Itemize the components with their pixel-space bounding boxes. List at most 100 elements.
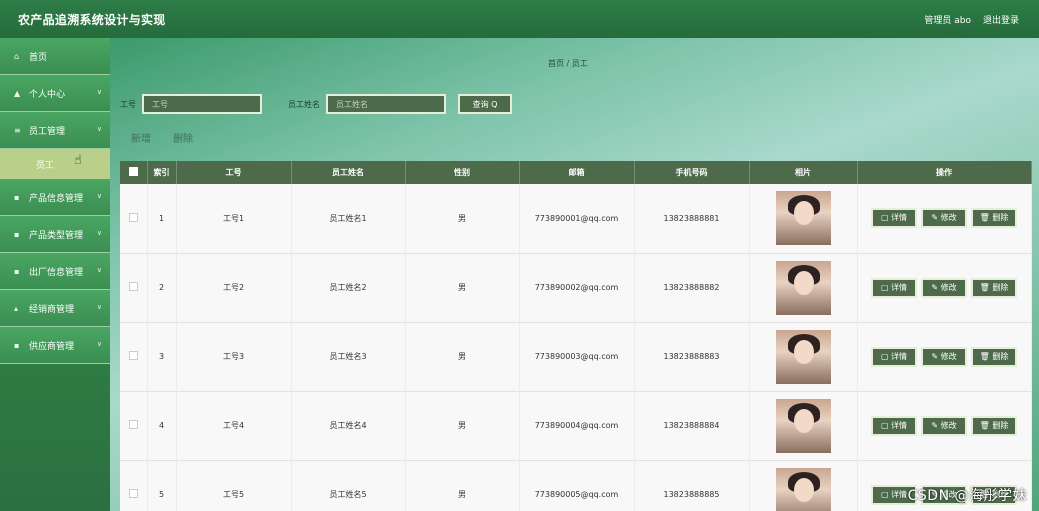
grid-icon: ▪	[14, 192, 20, 202]
row-id: 工号4	[176, 391, 292, 460]
person-icon: ▲	[14, 88, 21, 98]
row-photo	[749, 391, 858, 460]
employee-photo	[775, 191, 831, 246]
sidebar-item-dealer[interactable]: ▴ 经销商管理 ∨	[0, 290, 110, 327]
detail-button[interactable]: ▢ 详情	[871, 346, 917, 367]
sidebar-item-label: 首页	[29, 52, 48, 63]
add-button[interactable]: 新增	[131, 130, 151, 145]
row-phone: 13823888883	[634, 322, 750, 391]
row-checkbox[interactable]	[120, 460, 148, 511]
row-gender: 男	[405, 391, 520, 460]
name-search-input[interactable]: 员工姓名	[326, 94, 446, 114]
sidebar-item-supplier[interactable]: ▪ 供应商管理 ∨	[0, 327, 110, 364]
row-name: 员工姓名1	[291, 184, 406, 253]
search-bar: 工号 工号 员工姓名 员工姓名 查询 Q	[120, 94, 512, 114]
table-row: 5 工号5 员工姓名5 男 773890005@qq.com 138238888…	[120, 460, 1032, 511]
row-photo	[749, 322, 858, 391]
sidebar-item-product-type[interactable]: ▪ 产品类型管理 ∨	[0, 216, 110, 253]
row-operations: ▢ 详情 ✎ 修改 🗑 删除	[857, 184, 1032, 253]
delete-button[interactable]: 🗑 删除	[971, 277, 1017, 298]
delete-button[interactable]: 🗑 删除	[971, 208, 1017, 229]
sidebar-item-label: 出厂信息管理	[29, 267, 84, 278]
sidebar-item-label: 经销商管理	[29, 304, 75, 315]
logout-link[interactable]: 退出登录	[983, 13, 1019, 26]
sidebar-item-personal[interactable]: ▲ 个人中心 ∨	[0, 75, 110, 112]
sidebar-item-label: 个人中心	[29, 89, 66, 100]
chevron-down-icon: ∨	[96, 303, 102, 311]
sidebar-item-product-info[interactable]: ▪ 产品信息管理 ∨	[0, 179, 110, 216]
column-header: 手机号码	[634, 161, 750, 184]
list-icon: ≡	[14, 125, 21, 135]
search-button[interactable]: 查询 Q	[458, 94, 512, 114]
top-bar: 农产品追溯系统设计与实现 管理员 abo 退出登录	[0, 0, 1039, 38]
row-gender: 男	[405, 253, 520, 322]
chevron-down-icon: ∨	[96, 125, 102, 133]
detail-button[interactable]: ▢ 详情	[871, 277, 917, 298]
sidebar-item-factory-info[interactable]: ▪ 出厂信息管理 ∨	[0, 253, 110, 290]
detail-button[interactable]: ▢ 详情	[871, 208, 917, 229]
edit-button[interactable]: ✎ 修改	[921, 208, 967, 229]
detail-button[interactable]: ▢ 详情	[871, 415, 917, 436]
row-checkbox[interactable]	[120, 391, 148, 460]
column-header: 工号	[176, 161, 292, 184]
edit-button[interactable]: ✎ 修改	[921, 346, 967, 367]
row-phone: 13823888881	[634, 184, 750, 253]
employee-photo	[775, 329, 831, 384]
row-gender: 男	[405, 322, 520, 391]
grid-icon: ▪	[14, 229, 20, 239]
hand-cursor-icon: ☝	[74, 153, 82, 168]
row-name: 员工姓名3	[291, 322, 406, 391]
id-search-input[interactable]: 工号	[142, 94, 262, 114]
row-email: 773890003@qq.com	[519, 322, 635, 391]
row-checkbox[interactable]	[120, 253, 148, 322]
chevron-down-icon: ∨	[96, 192, 102, 200]
sidebar-subitem-employee[interactable]: 员工 ☝	[0, 149, 110, 179]
row-id: 工号2	[176, 253, 292, 322]
main-content: 首页 / 员工 工号 工号 员工姓名 员工姓名 查询 Q 新增 删除 索引 工号…	[110, 38, 1039, 511]
row-checkbox[interactable]	[120, 184, 148, 253]
row-checkbox[interactable]	[120, 322, 148, 391]
employee-table: 索引 工号 员工姓名 性别 邮箱 手机号码 相片 操作 1 工号1 员工姓名1 …	[120, 161, 1032, 511]
grid-icon: ▪	[14, 340, 20, 350]
column-header: 员工姓名	[291, 161, 406, 184]
row-index: 1	[147, 184, 177, 253]
edit-button[interactable]: ✎ 修改	[921, 277, 967, 298]
employee-photo	[775, 260, 831, 315]
table-row: 1 工号1 员工姓名1 男 773890001@qq.com 138238888…	[120, 184, 1032, 253]
row-index: 3	[147, 322, 177, 391]
sidebar-item-label: 员工管理	[29, 126, 66, 137]
row-email: 773890002@qq.com	[519, 253, 635, 322]
sidebar-item-label: 供应商管理	[29, 341, 75, 352]
table-row: 3 工号3 员工姓名3 男 773890003@qq.com 138238888…	[120, 322, 1032, 391]
chevron-down-icon: ∨	[96, 88, 102, 96]
sidebar-item-label: 产品类型管理	[29, 230, 84, 241]
table-row: 2 工号2 员工姓名2 男 773890002@qq.com 138238888…	[120, 253, 1032, 322]
column-header: 索引	[147, 161, 177, 184]
sidebar-item-home[interactable]: ⌂ 首页	[0, 38, 110, 75]
row-email: 773890005@qq.com	[519, 460, 635, 511]
table-row: 4 工号4 员工姓名4 男 773890004@qq.com 138238888…	[120, 391, 1032, 460]
employee-photo	[775, 398, 831, 453]
column-header: 相片	[749, 161, 858, 184]
delete-button[interactable]: 🗑 删除	[971, 346, 1017, 367]
employee-photo	[775, 467, 831, 511]
select-all-checkbox[interactable]	[120, 161, 148, 184]
column-header: 邮箱	[519, 161, 635, 184]
delete-button[interactable]: 🗑 删除	[971, 415, 1017, 436]
row-operations: ▢ 详情 ✎ 修改 🗑 删除	[857, 253, 1032, 322]
row-name: 员工姓名4	[291, 391, 406, 460]
batch-delete-button[interactable]: 删除	[173, 130, 193, 145]
row-operations: ▢ 详情 ✎ 修改 🗑 删除	[857, 322, 1032, 391]
column-header: 操作	[857, 161, 1032, 184]
row-phone: 13823888884	[634, 391, 750, 460]
row-photo	[749, 184, 858, 253]
sidebar-subitem-label: 员工	[36, 160, 55, 171]
home-icon: ⌂	[14, 51, 20, 61]
sidebar: ⌂ 首页 ▲ 个人中心 ∨ ≡ 员工管理 ∨ 员工 ☝ ▪ 产品信息管理 ∨ ▪…	[0, 38, 110, 511]
row-operations: ▢ 详情 ✎ 修改 🗑 删除	[857, 391, 1032, 460]
sidebar-item-employee[interactable]: ≡ 员工管理 ∨	[0, 112, 110, 149]
edit-button[interactable]: ✎ 修改	[921, 415, 967, 436]
grid-icon: ▪	[14, 266, 20, 276]
breadcrumb: 首页 / 员工	[548, 59, 588, 68]
chevron-down-icon: ∨	[96, 229, 102, 237]
